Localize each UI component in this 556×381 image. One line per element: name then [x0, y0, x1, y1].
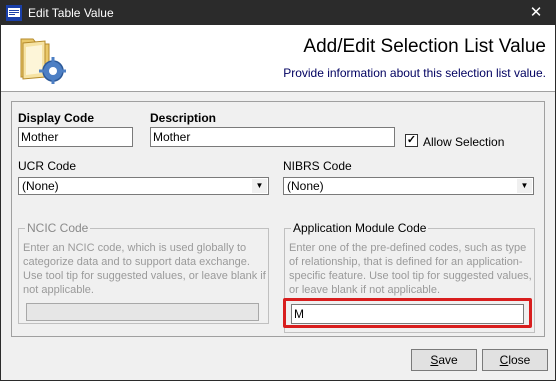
ncic-hint-line: Use tool tip for suggested values, or le… [23, 270, 266, 282]
edit-table-value-dialog: Edit Table Value ✕ Add/Edit Selection Li… [0, 0, 556, 381]
application-module-hint: Enter one of the pre-defined codes, such… [289, 241, 532, 297]
display-code-field[interactable] [18, 127, 133, 147]
nibrs-code-value: (None) [287, 179, 324, 193]
app-module-hint-line: of relationship, that is defined for an … [289, 256, 523, 268]
app-module-hint-line: Enter one of the pre-defined codes, such… [289, 242, 527, 254]
window-title: Edit Table Value [28, 6, 114, 20]
dialog-header: Add/Edit Selection List Value Provide in… [1, 25, 555, 92]
save-button[interactable]: Save [411, 349, 477, 371]
ncic-hint-line: not applicable. [23, 284, 94, 296]
description-field[interactable] [150, 127, 395, 147]
ncic-code-title: NCIC Code [25, 221, 91, 235]
app-module-hint-line: or leave blank if not applicable. [289, 284, 441, 296]
allow-selection-checkbox[interactable]: ✓ [405, 134, 418, 147]
ucr-code-value: (None) [22, 179, 59, 193]
chevron-down-icon[interactable]: ▼ [517, 179, 532, 193]
app-icon [6, 5, 22, 21]
application-module-code-title: Application Module Code [291, 221, 429, 235]
ncic-hint: Enter an NCIC code, which is used global… [23, 241, 266, 297]
form-panel: Display Code Description ✓ Allow Selecti… [11, 101, 545, 337]
app-module-hint-line: specific feature. Use tool tip for sugge… [289, 270, 532, 282]
allow-selection-label: Allow Selection [423, 135, 505, 149]
description-label: Description [150, 111, 217, 125]
close-button[interactable]: Close [482, 349, 548, 371]
application-module-code-group: Application Module Code Enter one of the… [283, 221, 535, 333]
header-title: Add/Edit Selection List Value [303, 36, 546, 57]
header-subtitle: Provide information about this selection… [283, 66, 546, 80]
nibrs-code-select[interactable]: (None) ▼ [283, 177, 534, 195]
title-bar: Edit Table Value ✕ [1, 1, 555, 25]
save-button-label: ave [438, 353, 458, 367]
application-module-code-field[interactable] [291, 304, 524, 324]
ncic-hint-line: Enter an NCIC code, which is used global… [23, 242, 247, 254]
ucr-code-label: UCR Code [18, 159, 77, 173]
ncic-hint-line: categorize data and to support data exch… [23, 256, 250, 268]
folder-gear-icon [20, 38, 66, 84]
close-button-label: lose [508, 353, 531, 367]
display-code-label: Display Code [18, 111, 95, 125]
nibrs-code-label: NIBRS Code [283, 159, 352, 173]
ncic-code-field [26, 303, 259, 321]
ucr-code-select[interactable]: (None) ▼ [18, 177, 269, 195]
ncic-code-group: NCIC Code Enter an NCIC code, which is u… [18, 221, 269, 324]
chevron-down-icon[interactable]: ▼ [252, 179, 267, 193]
close-window-button[interactable]: ✕ [527, 4, 545, 22]
